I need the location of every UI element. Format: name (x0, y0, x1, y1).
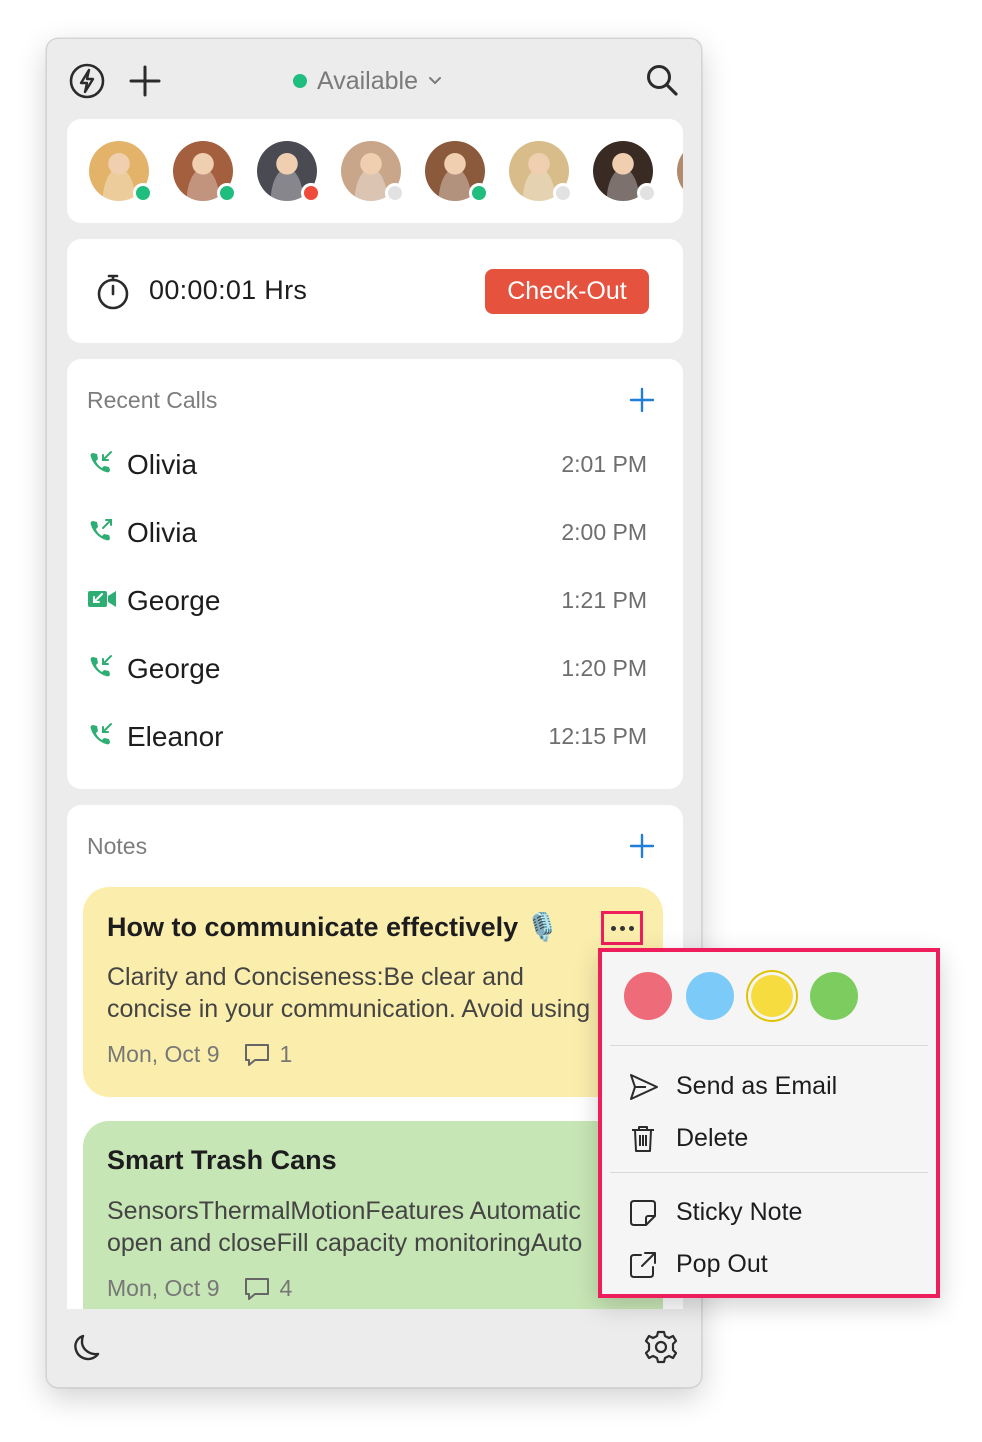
call-row[interactable]: George 1:21 PM (67, 573, 683, 629)
color-swatch-yellow-selected[interactable] (748, 972, 796, 1020)
note-title: Smart Trash Cans (107, 1145, 337, 1175)
search-button[interactable] (641, 59, 683, 101)
incoming-call-icon (90, 655, 112, 677)
settings-button[interactable] (641, 1327, 681, 1367)
send-as-email-label: Send as Email (676, 1072, 838, 1100)
note-preview-line: SensorsThermalMotionFeatures Automatic (107, 1197, 581, 1225)
note-preview-line: concise in your communication. Avoid usi… (107, 995, 591, 1023)
note-preview-line: Clarity and Conciseness:Be clear and (107, 963, 524, 991)
add-note-button[interactable] (629, 833, 655, 859)
outgoing-call-icon (90, 519, 112, 541)
pop-out-item[interactable]: Pop Out (602, 1242, 936, 1288)
lightning-icon (69, 63, 105, 99)
color-swatch-red[interactable] (624, 972, 672, 1020)
sticky-note-item[interactable]: Sticky Note (602, 1190, 936, 1236)
call-time: 1:20 PM (561, 655, 647, 681)
call-row[interactable]: Olivia 2:00 PM (67, 505, 683, 561)
delete-label: Delete (676, 1124, 749, 1152)
elapsed-time: 00:00:01 Hrs (149, 275, 308, 305)
avatar[interactable] (425, 141, 489, 203)
pop-out-label: Pop Out (676, 1250, 768, 1278)
comment-count-value: 4 (279, 1275, 293, 1301)
avatar[interactable] (173, 141, 237, 203)
bottom-bar (47, 1309, 701, 1387)
status-selector[interactable]: Available (293, 63, 442, 99)
stopwatch-icon (97, 274, 129, 310)
moon-icon (74, 1334, 100, 1361)
note-preview: Clarity and Conciseness:Be clear and con… (107, 961, 663, 1025)
call-row[interactable]: Eleanor 12:15 PM (67, 709, 683, 765)
call-time: 2:01 PM (561, 451, 647, 477)
note-meta: Mon, Oct 9 4 (107, 1275, 292, 1302)
dark-mode-toggle[interactable] (67, 1329, 105, 1367)
incoming-call-icon (90, 451, 112, 473)
caller-name: George (127, 585, 221, 616)
caller-name: Olivia (127, 449, 198, 480)
search-icon (647, 65, 678, 96)
note-preview: SensorsThermalMotionFeatures Automatic o… (107, 1195, 663, 1259)
add-call-button[interactable] (629, 387, 655, 413)
quick-actions-button[interactable] (67, 61, 107, 101)
comment-icon (245, 1277, 270, 1300)
video-call-icon (88, 591, 116, 607)
note-context-menu: Send as Email Delete Sticky Note Pop Out (598, 948, 940, 1298)
notes-title: Notes (87, 833, 148, 859)
color-swatch-green[interactable] (810, 972, 858, 1020)
new-button[interactable] (125, 61, 165, 101)
caller-name: Olivia (127, 517, 198, 548)
caller-name: Eleanor (127, 721, 224, 752)
gear-icon (644, 1330, 678, 1364)
send-icon (630, 1074, 658, 1100)
sticky-note-icon (630, 1200, 656, 1226)
menu-divider (610, 1172, 928, 1173)
avatar[interactable] (509, 141, 573, 203)
incoming-call-icon (90, 723, 112, 745)
status-label: Available (317, 66, 419, 95)
send-as-email-item[interactable]: Send as Email (602, 1064, 936, 1110)
recent-calls-title: Recent Calls (87, 387, 218, 413)
work-timer-card: 00:00:01 Hrs Check-Out (67, 239, 683, 343)
avatar-partial[interactable] (677, 141, 683, 201)
avatar[interactable] (257, 141, 321, 203)
comment-count: 4 (243, 1275, 292, 1302)
note-meta: Mon, Oct 9 1 (107, 1041, 292, 1068)
plus-icon (129, 65, 161, 97)
call-time: 12:15 PM (548, 723, 647, 749)
call-time: 1:21 PM (561, 587, 647, 613)
top-bar: Available (47, 39, 701, 119)
note-date: Mon, Oct 9 (107, 1275, 220, 1301)
note-card[interactable]: How to communicate effectively 🎙️ Clarit… (83, 887, 663, 1097)
notes-card: Notes How to communicate effectively 🎙️ … (67, 805, 683, 1365)
comment-count-value: 1 (279, 1041, 293, 1067)
more-dot (610, 925, 616, 931)
more-dot (628, 925, 634, 931)
avatar[interactable] (341, 141, 405, 203)
comment-count: 1 (243, 1041, 292, 1068)
note-preview-line: open and closeFill capacity monitoringAu… (107, 1229, 583, 1257)
check-out-button[interactable]: Check-Out (485, 269, 649, 314)
external-link-icon (630, 1252, 656, 1278)
note-date: Mon, Oct 9 (107, 1041, 220, 1067)
caller-name: George (127, 653, 221, 684)
avatar[interactable] (593, 141, 657, 203)
call-row[interactable]: George 1:20 PM (67, 641, 683, 697)
sticky-note-label: Sticky Note (676, 1198, 803, 1226)
note-title: How to communicate effectively 🎙️ (107, 912, 560, 942)
avatar[interactable] (89, 141, 153, 203)
status-dot (293, 74, 307, 88)
delete-item[interactable]: Delete (602, 1116, 936, 1162)
more-dot (619, 925, 625, 931)
chevron-down-icon (429, 77, 442, 85)
comment-icon (245, 1043, 270, 1066)
trash-icon (632, 1126, 654, 1152)
menu-divider (610, 1045, 928, 1046)
note-more-button[interactable] (601, 911, 643, 945)
team-avatars-strip (67, 119, 683, 223)
color-swatch-blue[interactable] (686, 972, 734, 1020)
call-time: 2:00 PM (561, 519, 647, 545)
call-row[interactable]: Olivia 2:01 PM (67, 437, 683, 493)
recent-calls-card: Recent Calls Olivia 2:01 PM Olivia 2:00 … (67, 359, 683, 789)
